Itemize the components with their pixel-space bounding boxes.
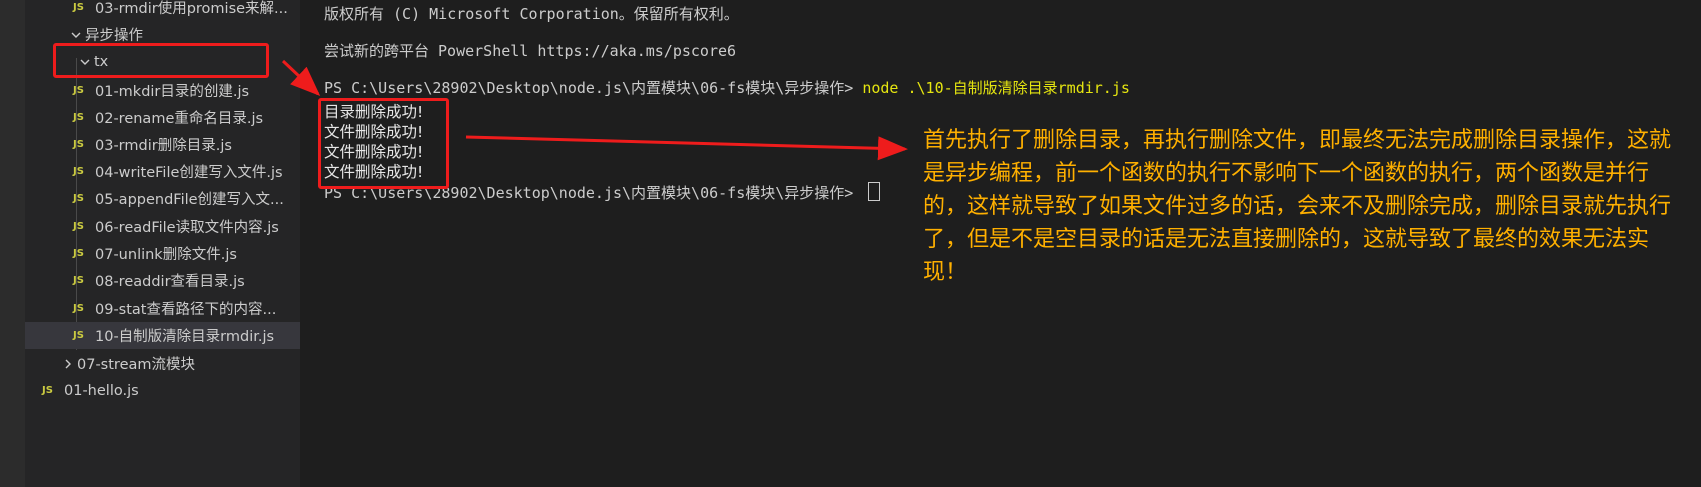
- arrow-to-output: [281, 59, 321, 97]
- annotation-note: 首先执行了删除目录，再执行删除文件，即最终无法完成删除目录操作，这就是异步编程，…: [923, 128, 1672, 285]
- arrow-to-note: [465, 135, 908, 161]
